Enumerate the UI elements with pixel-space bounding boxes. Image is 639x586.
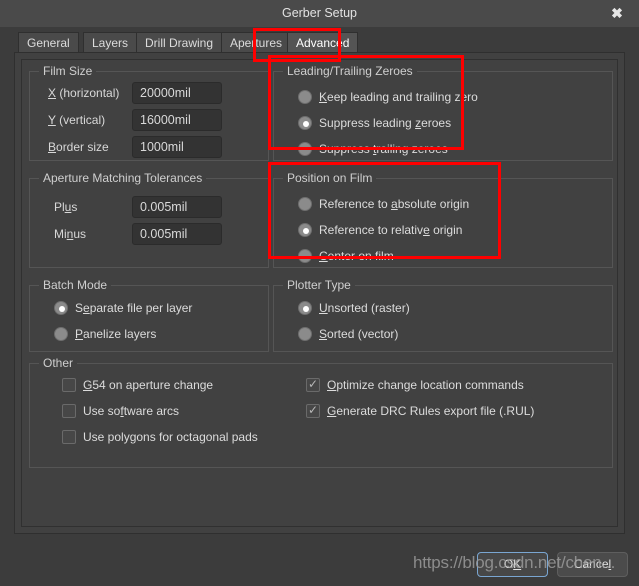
tab-general[interactable]: General [18,32,79,53]
checkbox-indicator [306,404,320,418]
radio-indicator [298,327,312,341]
checkbox-indicator [62,404,76,418]
radio-label: Keep leading and trailing zero [319,89,478,105]
group-position-on-film-title: Position on Film [283,171,376,185]
tab-advanced[interactable]: Advanced [287,32,358,53]
checkbox-label: G54 on aperture change [83,377,213,393]
film-size-y-input[interactable]: 16000mil [132,109,222,131]
group-leading-trailing-zeroes-title: Leading/Trailing Zeroes [283,64,417,78]
radio-indicator [298,249,312,263]
tab-bar: General Layers Drill Drawing Apertures A… [14,32,625,53]
radio-indicator [54,327,68,341]
tolerance-plus-label: Plus [54,200,77,214]
tab-apertures[interactable]: Apertures [221,32,291,53]
group-plotter-type-title: Plotter Type [283,278,355,292]
checkbox-label: Optimize change location commands [327,377,524,393]
radio-indicator [298,90,312,104]
checkbox-label: Use software arcs [83,403,179,419]
radio-label: Reference to relative origin [319,222,462,238]
checkbox-label: Use polygons for octagonal pads [83,429,258,445]
radio-label: Suppress leading zeroes [319,115,451,131]
radio-indicator [298,197,312,211]
radio-indicator [298,301,312,315]
group-position-on-film: Position on Film Reference to absolute o… [273,178,613,268]
radio-label: Panelize layers [75,326,156,342]
radio-indicator [298,116,312,130]
group-film-size: Film Size X (horizontal) 20000mil Y (ver… [29,71,269,161]
radio-label: Center on film [319,248,394,264]
radio-label: Reference to absolute origin [319,196,469,212]
checkbox-indicator [306,378,320,392]
group-other-title: Other [39,356,77,370]
radio-label: Separate file per layer [75,300,192,316]
cancel-button-label: Cancel [574,557,611,571]
ok-button-label: OK [504,557,521,571]
title-bar: Gerber Setup ✖ [0,0,639,27]
tolerance-plus-input[interactable]: 0.005mil [132,196,222,218]
border-size-label: Border size [48,140,109,154]
radio-indicator [54,301,68,315]
radio-label: Suppress trailing zeroes [319,141,448,157]
tolerance-minus-label: Minus [54,227,86,241]
advanced-tab-page: Film Size X (horizontal) 20000mil Y (ver… [14,52,625,534]
tab-drill-drawing[interactable]: Drill Drawing [136,32,222,53]
radio-indicator [298,223,312,237]
tolerance-minus-input[interactable]: 0.005mil [132,223,222,245]
group-other: Other G54 on aperture change Use softwar… [29,363,613,468]
tab-layers[interactable]: Layers [83,32,137,53]
film-size-x-label: X (horizontal) [48,86,119,100]
border-size-input[interactable]: 1000mil [132,136,222,158]
film-size-y-label: Y (vertical) [48,113,105,127]
checkbox-label: Generate DRC Rules export file (.RUL) [327,403,534,419]
group-batch-mode: Batch Mode Separate file per layer Panel… [29,285,269,352]
radio-indicator [298,142,312,156]
ok-button[interactable]: OK [477,552,548,577]
radio-label: Unsorted (raster) [319,300,410,316]
window-title: Gerber Setup [0,0,639,27]
radio-label: Sorted (vector) [319,326,398,342]
checkbox-indicator [62,378,76,392]
film-size-x-input[interactable]: 20000mil [132,82,222,104]
cancel-button[interactable]: Cancel [557,552,628,577]
group-plotter-type: Plotter Type Unsorted (raster) Sorted (v… [273,285,613,352]
group-batch-mode-title: Batch Mode [39,278,111,292]
group-leading-trailing-zeroes: Leading/Trailing Zeroes Keep leading and… [273,71,613,161]
group-film-size-title: Film Size [39,64,96,78]
group-aperture-tolerances: Aperture Matching Tolerances Plus 0.005m… [29,178,269,268]
checkbox-indicator [62,430,76,444]
close-icon[interactable]: ✖ [603,0,631,27]
group-aperture-tolerances-title: Aperture Matching Tolerances [39,171,206,185]
